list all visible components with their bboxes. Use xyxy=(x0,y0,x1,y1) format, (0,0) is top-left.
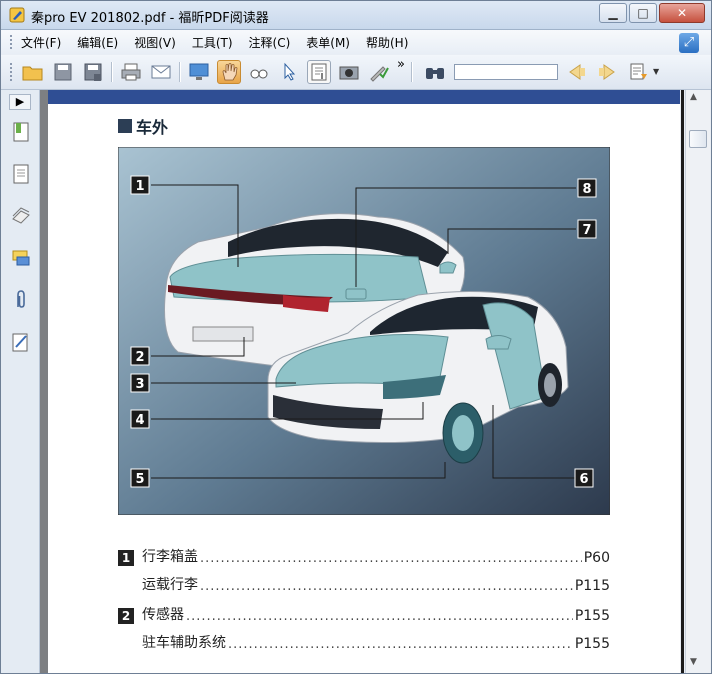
callout-6: 6 xyxy=(579,472,588,487)
car-exterior-illustration: 1 2 3 4 5 6 7 8 xyxy=(118,147,610,515)
search-input[interactable] xyxy=(454,64,558,80)
toc-number-badge: 1 xyxy=(118,550,134,566)
menu-view[interactable]: 视图(V) xyxy=(134,34,176,51)
menu-bar: 文件(F) 编辑(E) 视图(V) 工具(T) 注释(C) 表单(M) 帮助(H… xyxy=(1,30,711,54)
callout-3: 3 xyxy=(135,377,144,392)
scroll-up-icon[interactable]: ▲ xyxy=(690,92,697,102)
signature-icon[interactable] xyxy=(10,330,32,354)
page-border-divider xyxy=(681,90,684,673)
menu-items: 文件(F) 编辑(E) 视图(V) 工具(T) 注释(C) 表单(M) 帮助(H… xyxy=(21,30,424,54)
expand-icon[interactable]: ⤢ xyxy=(679,33,699,53)
search-options-icon[interactable] xyxy=(627,60,651,84)
binoculars-icon[interactable] xyxy=(423,60,447,84)
toc-leader-dots xyxy=(200,579,573,594)
attachment-icon[interactable] xyxy=(10,288,32,312)
heading-square-icon xyxy=(118,119,132,133)
find-next-icon[interactable] xyxy=(595,60,619,84)
menu-edit[interactable]: 编辑(E) xyxy=(77,34,118,51)
callout-4: 4 xyxy=(135,413,144,428)
toc-leader-dots xyxy=(186,609,573,624)
callout-1: 1 xyxy=(135,179,144,194)
open-folder-icon[interactable] xyxy=(21,60,45,84)
snapshot-icon[interactable] xyxy=(337,60,361,84)
fullscreen-icon[interactable] xyxy=(187,60,211,84)
app-window: 秦pro EV 201802.pdf - 福昕PDF阅读器 ▁ □ ✕ 文件(F… xyxy=(0,0,712,674)
pages-icon[interactable] xyxy=(10,162,32,186)
page-header-bar xyxy=(48,90,680,104)
toc-label: 行李箱盖 xyxy=(142,549,198,565)
section-title-text: 车外 xyxy=(136,118,169,137)
scroll-down-icon[interactable]: ▼ xyxy=(690,657,697,667)
menu-help[interactable]: 帮助(H) xyxy=(366,34,408,51)
email-icon[interactable] xyxy=(149,60,173,84)
callout-8: 8 xyxy=(582,182,591,197)
chevron-down-icon[interactable]: ▼ xyxy=(653,67,659,76)
toc-number-badge: 2 xyxy=(118,608,134,624)
toolbar: » ▼ xyxy=(1,55,711,90)
scrollbar-thumb[interactable] xyxy=(689,130,707,148)
menu-grip[interactable] xyxy=(10,35,15,49)
menu-form[interactable]: 表单(M) xyxy=(306,34,350,51)
callout-5: 5 xyxy=(135,472,144,487)
print-icon[interactable] xyxy=(119,60,143,84)
title-bar: 秦pro EV 201802.pdf - 福昕PDF阅读器 ▁ □ ✕ xyxy=(1,1,711,30)
document-viewport[interactable]: 车外 1 2 3 4 5 6 7 8 1 行李箱盖 ..... P60 运载行李… xyxy=(40,90,680,673)
toolbar-grip[interactable] xyxy=(10,63,15,81)
toc-page-ref: P155 xyxy=(574,636,610,652)
comments-icon[interactable] xyxy=(10,246,32,270)
toc-row[interactable]: 1 行李箱盖 P60 xyxy=(118,546,610,566)
hand-tool-icon[interactable] xyxy=(217,60,241,84)
toc-page-ref: P155 xyxy=(574,608,610,624)
bookmarks-icon[interactable] xyxy=(10,120,32,144)
minimize-button[interactable]: ▁ xyxy=(599,3,627,23)
menu-comment[interactable]: 注释(C) xyxy=(249,34,291,51)
find-previous-icon[interactable] xyxy=(565,60,589,84)
text-select-icon[interactable] xyxy=(307,60,331,84)
menu-tools[interactable]: 工具(T) xyxy=(192,34,233,51)
maximize-button[interactable]: □ xyxy=(629,3,657,23)
toc-page-ref: P60 xyxy=(583,550,610,566)
navigation-pane: ▶ xyxy=(1,90,40,673)
pdf-page: 车外 1 2 3 4 5 6 7 8 1 行李箱盖 ..... P60 运载行李… xyxy=(48,90,680,673)
menu-file[interactable]: 文件(F) xyxy=(21,34,61,51)
toc-label: 运载行李 xyxy=(142,577,198,593)
toc-page-ref: P115 xyxy=(574,578,610,594)
save-as-icon[interactable] xyxy=(81,60,105,84)
toc-row[interactable]: 驻车辅助系统 P155 xyxy=(118,632,610,652)
layers-icon[interactable] xyxy=(10,204,32,228)
toc-label: 传感器 xyxy=(142,607,184,623)
callout-7: 7 xyxy=(582,223,591,238)
window-controls: ▁ □ ✕ xyxy=(597,3,705,23)
toc-leader-dots xyxy=(200,551,582,566)
toolbar-overflow[interactable]: » xyxy=(397,57,405,72)
vertical-scrollbar[interactable]: ▲ ▼ xyxy=(685,90,710,673)
toc-leader-dots xyxy=(228,637,573,652)
window-title: 秦pro EV 201802.pdf - 福昕PDF阅读器 xyxy=(31,11,269,26)
expand-pane-icon[interactable]: ▶ xyxy=(9,94,31,110)
toc-row[interactable]: 2 传感器 P155 xyxy=(118,604,610,624)
toc-row[interactable]: 运载行李 P115 xyxy=(118,574,610,594)
zoom-glasses-icon[interactable] xyxy=(247,60,271,84)
select-arrow-icon[interactable] xyxy=(277,60,301,84)
toc-label: 驻车辅助系统 xyxy=(142,635,226,651)
sign-icon[interactable] xyxy=(367,60,391,84)
app-logo-icon xyxy=(9,7,25,23)
close-button[interactable]: ✕ xyxy=(659,3,705,23)
section-heading: 车外 xyxy=(118,114,168,138)
save-icon[interactable] xyxy=(51,60,75,84)
callout-2: 2 xyxy=(135,350,144,365)
